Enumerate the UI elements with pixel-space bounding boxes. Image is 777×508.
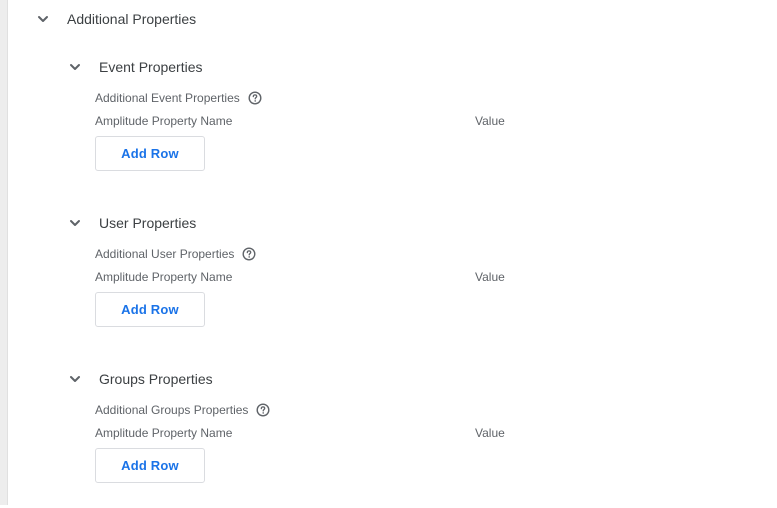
additional-groups-properties-label: Additional Groups Properties [95, 402, 271, 418]
left-panel-edge [0, 0, 8, 505]
event-properties-header[interactable]: Event Properties [65, 56, 203, 78]
column-header-value: Value [475, 426, 505, 440]
groups-properties-title: Groups Properties [99, 371, 213, 387]
help-circle-icon[interactable] [247, 90, 263, 106]
column-header-property-name: Amplitude Property Name [95, 426, 233, 440]
field-label-text: Additional Groups Properties [95, 403, 249, 417]
user-properties-section: User Properties Additional User Properti… [65, 212, 765, 352]
user-properties-header[interactable]: User Properties [65, 212, 196, 234]
chevron-down-icon[interactable] [65, 213, 85, 233]
additional-properties-title: Additional Properties [67, 11, 197, 27]
column-header-value: Value [475, 270, 505, 284]
additional-user-properties-label: Additional User Properties [95, 246, 257, 262]
help-circle-icon[interactable] [241, 246, 257, 262]
field-label-text: Additional User Properties [95, 247, 235, 261]
help-circle-icon[interactable] [255, 402, 271, 418]
chevron-down-icon[interactable] [65, 57, 85, 77]
chevron-down-icon[interactable] [65, 369, 85, 389]
column-header-property-name: Amplitude Property Name [95, 114, 233, 128]
event-properties-title: Event Properties [99, 59, 203, 75]
groups-properties-header[interactable]: Groups Properties [65, 368, 213, 390]
column-header-value: Value [475, 114, 505, 128]
additional-event-properties-label: Additional Event Properties [95, 90, 263, 106]
groups-properties-section: Groups Properties Additional Groups Prop… [65, 368, 765, 508]
column-header-property-name: Amplitude Property Name [95, 270, 233, 284]
add-event-row-button[interactable]: Add Row [95, 136, 205, 171]
add-groups-row-button[interactable]: Add Row [95, 448, 205, 483]
event-properties-section: Event Properties Additional Event Proper… [65, 56, 765, 196]
field-label-text: Additional Event Properties [95, 91, 240, 105]
user-properties-title: User Properties [99, 215, 197, 231]
chevron-down-icon[interactable] [33, 9, 53, 29]
add-user-row-button[interactable]: Add Row [95, 292, 205, 327]
additional-properties-header[interactable]: Additional Properties [33, 8, 196, 30]
